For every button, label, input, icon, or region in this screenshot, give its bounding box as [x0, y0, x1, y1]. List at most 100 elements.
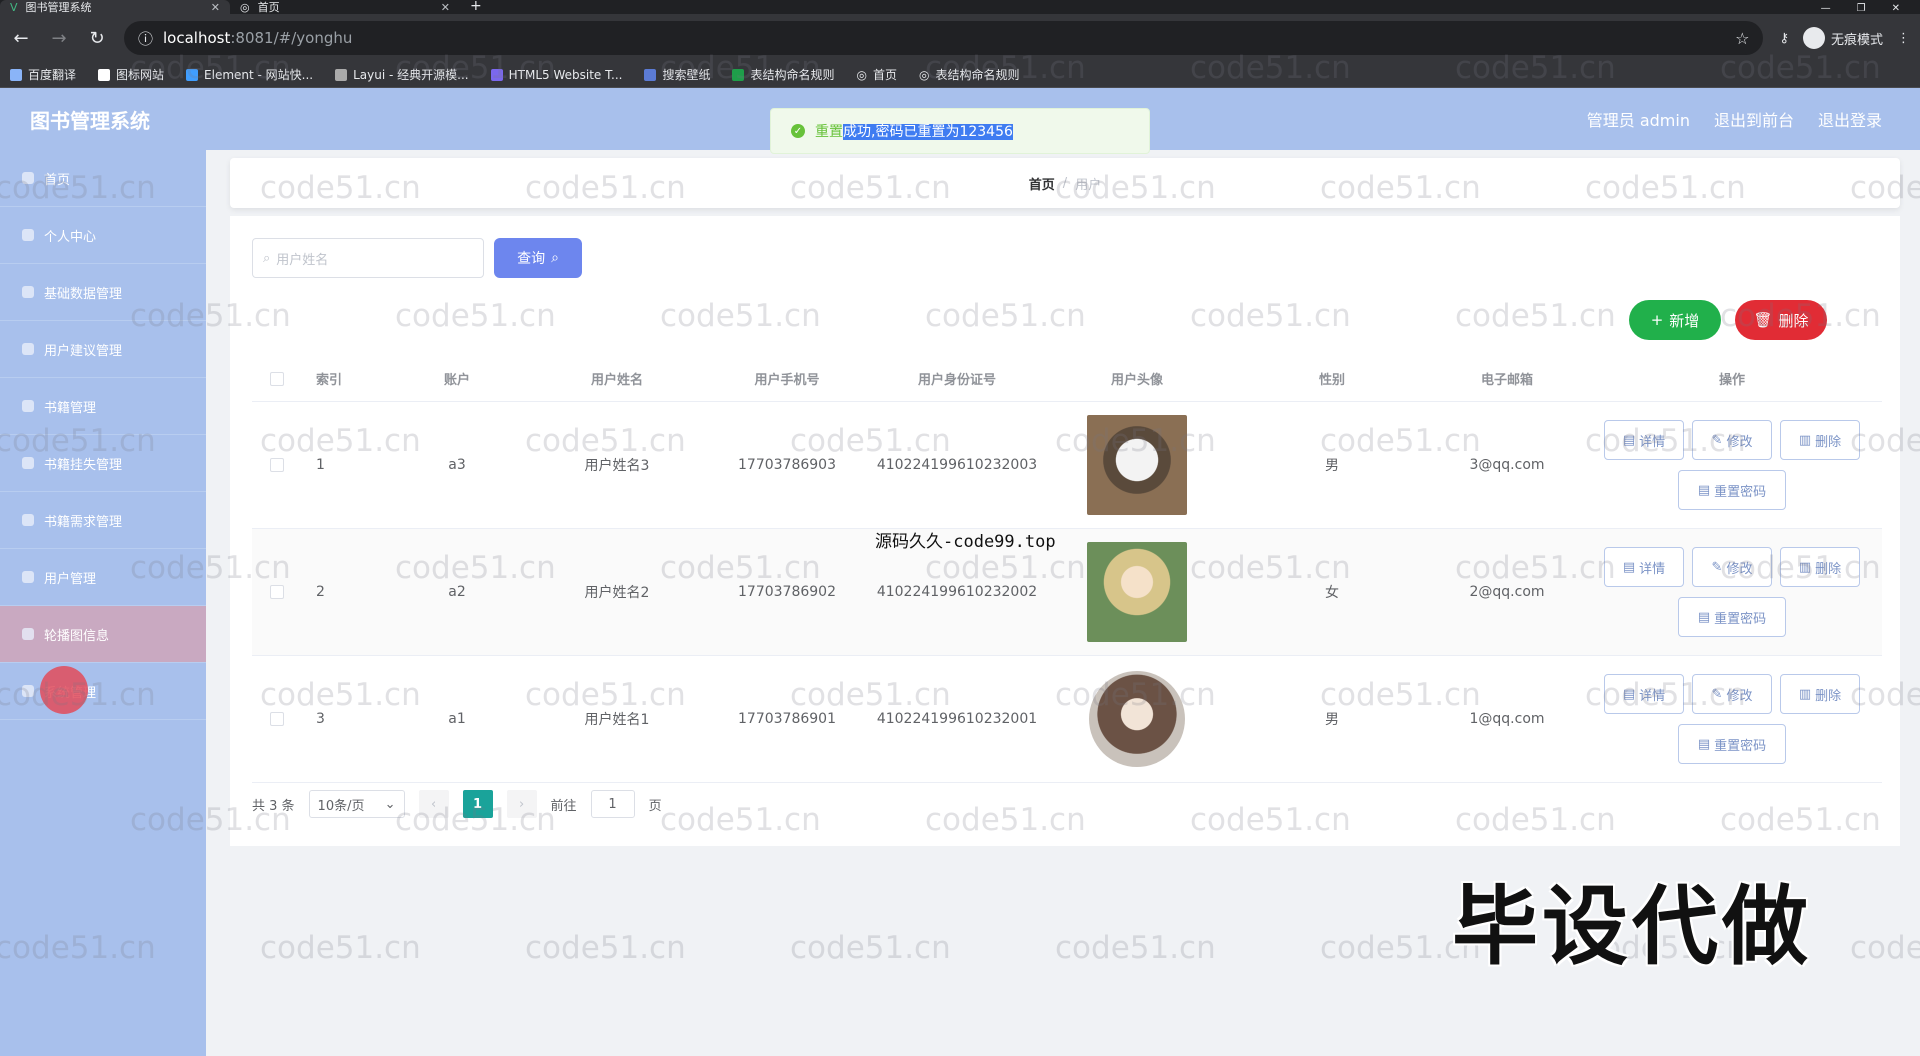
select-all-checkbox[interactable] — [270, 371, 284, 386]
bookmark-item[interactable]: 搜索壁纸 — [644, 66, 710, 83]
search-button[interactable]: 查询 ⌕ — [494, 238, 582, 278]
forward-icon[interactable]: → — [48, 28, 70, 49]
maximize-icon[interactable]: ❐ — [1857, 3, 1866, 14]
edit-button[interactable]: ✎ 修改 — [1692, 547, 1772, 587]
bookmark-item[interactable]: HTML5 Website T... — [490, 68, 622, 82]
settings-icon — [22, 685, 34, 697]
info-icon[interactable]: ⓘ — [138, 28, 153, 49]
detail-button[interactable]: ▤ 详情 — [1604, 547, 1684, 587]
sidebar: 首页 个人中心 基础数据管理 用户建议管理 书籍管理 书籍挂失管理 书籍需求管理… — [0, 150, 206, 1056]
bookmark-item[interactable]: 表结构命名规则 — [732, 66, 834, 83]
tab-title: 首页 — [257, 1, 280, 14]
check-circle-icon: ✓ — [791, 124, 805, 138]
globe-icon: ◎ — [918, 67, 930, 82]
next-page-icon[interactable]: › — [506, 790, 537, 818]
breadcrumb: 首页 / 用户 — [230, 158, 1900, 208]
sidebar-item-profile[interactable]: 个人中心 — [0, 207, 206, 264]
page-size-select[interactable]: 10条/页 ⌄ — [308, 790, 405, 818]
batch-delete-button[interactable]: 🗑 删除 — [1735, 300, 1827, 340]
cell-sex: 女 — [1325, 585, 1339, 601]
source-caption: 源码久久-code99.top — [875, 532, 1056, 552]
sidebar-item-system[interactable]: 系统管理 — [0, 663, 206, 720]
sidebar-item-suggestions[interactable]: 用户建议管理 — [0, 321, 206, 378]
app-title: 图书管理系统 — [30, 108, 150, 133]
bookmark-item[interactable]: 图标网站 — [98, 66, 164, 83]
header-ops: 操作 — [1718, 373, 1745, 388]
reset-password-button[interactable]: ▤ 重置密码 — [1678, 724, 1786, 764]
sidebar-item-base-data[interactable]: 基础数据管理 — [0, 264, 206, 321]
layui-icon — [335, 68, 348, 81]
cell-account: a1 — [448, 711, 466, 727]
bookmark-item[interactable]: Element - 网站快... — [186, 66, 313, 83]
cell-index: 3 — [316, 711, 325, 727]
reload-icon[interactable]: ↻ — [86, 28, 108, 49]
edit-button[interactable]: ✎ 修改 — [1692, 674, 1772, 714]
breadcrumb-home[interactable]: 首页 — [1029, 174, 1055, 193]
exit-to-frontend-link[interactable]: 退出到前台 — [1714, 107, 1794, 131]
reset-password-button[interactable]: ▤ 重置密码 — [1678, 470, 1786, 510]
search-input[interactable]: ⌕ 用户姓名 — [252, 238, 484, 278]
key-icon[interactable]: ⚷ — [1779, 31, 1789, 46]
bookmark-item[interactable]: 百度翻译 — [10, 66, 76, 83]
cell-name: 用户姓名2 — [584, 585, 650, 601]
browser-tab-app[interactable]: V 图书管理系统 ✕ — [0, 0, 230, 14]
prev-page-icon[interactable]: ‹ — [418, 790, 449, 818]
sidebar-item-home[interactable]: 首页 — [0, 150, 206, 207]
close-window-icon[interactable]: ✕ — [1892, 3, 1900, 14]
document-icon: ▤ — [1697, 736, 1711, 752]
incognito-icon — [1802, 27, 1825, 49]
row-checkbox[interactable] — [270, 458, 284, 472]
sidebar-item-book-loss[interactable]: 书籍挂失管理 — [0, 435, 206, 492]
minimize-icon[interactable]: — — [1821, 3, 1831, 14]
url-path: :8081/#/yonghu — [230, 29, 353, 47]
cell-phone: 17703786903 — [738, 457, 836, 473]
delete-button[interactable]: ▥ 删除 — [1780, 547, 1860, 587]
back-icon[interactable]: ← — [10, 28, 32, 49]
row-checkbox[interactable] — [270, 712, 284, 726]
sidebar-item-book-demand[interactable]: 书籍需求管理 — [0, 492, 206, 549]
bookmark-star-icon[interactable]: ☆ — [1735, 29, 1749, 48]
logout-link[interactable]: 退出登录 — [1818, 107, 1882, 131]
cell-account: a3 — [448, 457, 466, 473]
address-bar[interactable]: ⓘ localhost:8081/#/yonghu ☆ — [124, 21, 1764, 55]
bookmark-item[interactable]: ◎ 表结构命名规则 — [919, 66, 1020, 83]
menu-icon[interactable]: ⋮ — [1897, 31, 1910, 46]
browser-toolbar: ← → ↻ ⓘ localhost:8081/#/yonghu ☆ ⚷ 无痕模式… — [0, 14, 1920, 62]
sidebar-item-users[interactable]: 用户管理 — [0, 549, 206, 606]
sidebar-item-carousel[interactable]: 轮播图信息 — [0, 606, 206, 663]
delete-button[interactable]: ▥ 删除 — [1780, 420, 1860, 460]
delete-button[interactable]: ▥ 删除 — [1780, 674, 1860, 714]
page-number-current[interactable]: 1 — [462, 790, 493, 818]
window-controls: — ❐ ✕ — [1821, 3, 1920, 14]
header-sex: 性别 — [1318, 373, 1345, 388]
click-indicator — [40, 666, 88, 714]
reset-password-button[interactable]: ▤ 重置密码 — [1678, 597, 1786, 637]
watermark-text: code51.cn — [790, 930, 951, 966]
cell-email: 2@qq.com — [1469, 584, 1545, 600]
bookmark-item[interactable]: Layui - 经典开源模... — [335, 66, 469, 83]
breadcrumb-current: 用户 — [1075, 177, 1102, 193]
detail-button[interactable]: ▤ 详情 — [1604, 420, 1684, 460]
browser-tab-home[interactable]: ◎ 首页 ✕ — [230, 0, 460, 15]
tab-title: 图书管理系统 — [25, 1, 92, 14]
new-tab-icon[interactable]: + — [460, 0, 492, 14]
sidebar-item-books[interactable]: 书籍管理 — [0, 378, 206, 435]
close-tab-icon[interactable]: ✕ — [441, 1, 450, 14]
row-checkbox[interactable] — [270, 585, 284, 599]
add-button[interactable]: + 新增 — [1629, 300, 1721, 340]
table-row: 3 a1 用户姓名1 17703786901 41022419961023200… — [252, 656, 1882, 783]
table-row: 2 a2 用户姓名2 17703786902 41022419961023200… — [252, 529, 1882, 656]
message-icon — [22, 343, 34, 355]
bookmark-item[interactable]: ◎ 首页 — [856, 66, 897, 83]
header-idcard: 用户身份证号 — [917, 373, 996, 388]
edit-button[interactable]: ✎ 修改 — [1692, 420, 1772, 460]
detail-button[interactable]: ▤ 详情 — [1604, 674, 1684, 714]
table-header: 索引 账户 用户姓名 用户手机号 用户身份证号 用户头像 性别 电子邮箱 操作 — [252, 356, 1882, 402]
cell-name: 用户姓名1 — [584, 712, 650, 728]
goto-page-input[interactable]: 1 — [590, 790, 635, 818]
incognito-indicator[interactable]: 无痕模式 — [1802, 27, 1883, 49]
close-tab-icon[interactable]: ✕ — [211, 1, 220, 14]
cell-index: 2 — [316, 584, 325, 600]
success-toast: ✓ 重置成功,密码已重置为123456 — [770, 108, 1150, 154]
header-index: 索引 — [316, 373, 343, 388]
